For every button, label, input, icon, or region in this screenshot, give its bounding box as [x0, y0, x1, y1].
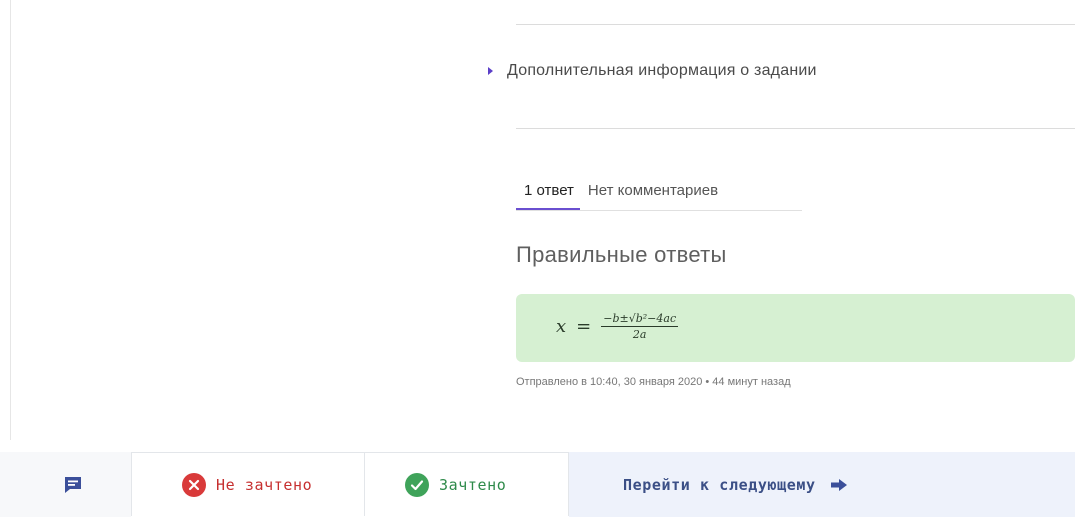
task-info-label: Дополнительная информация о задании — [507, 62, 817, 79]
next-label: Перейти к следующему — [623, 475, 816, 494]
x-circle-icon — [182, 472, 206, 497]
check-circle-icon — [405, 472, 429, 497]
formula-denominator: 2a — [632, 328, 647, 341]
answer-box: x = −b±√b²−4ac 2a — [516, 294, 1075, 362]
mid-divider — [516, 128, 1075, 129]
answer-tabs: 1 ответ Нет комментариев — [516, 176, 802, 211]
correct-answers-title: Правильные ответы — [516, 242, 727, 267]
bottom-action-bar: Не зачтено Зачтено Перейти к следующему — [0, 452, 1075, 517]
submission-timestamp: Отправлено в 10:40, 30 января 2020 • 44 … — [516, 376, 791, 388]
mark-passed-button[interactable]: Зачтено — [365, 452, 569, 516]
next-button[interactable]: Перейти к следующему — [569, 452, 1075, 517]
chat-button[interactable] — [0, 452, 131, 517]
formula-lhs: x — [556, 316, 567, 337]
triangle-right-icon — [488, 67, 493, 75]
chat-icon — [65, 476, 81, 493]
tab-answers[interactable]: 1 ответ — [516, 176, 580, 210]
mark-failed-label: Не зачтено — [216, 475, 313, 494]
mark-passed-label: Зачтено — [439, 475, 507, 494]
top-divider — [516, 24, 1075, 25]
left-border — [10, 0, 11, 440]
arrow-right-icon — [830, 478, 847, 491]
task-info-expander[interactable]: Дополнительная информация о задании — [488, 62, 817, 80]
answer-formula: x = −b±√b²−4ac 2a — [556, 312, 679, 341]
formula-fraction: −b±√b²−4ac 2a — [601, 312, 679, 341]
formula-equals: = — [576, 316, 592, 337]
mark-failed-button[interactable]: Не зачтено — [131, 452, 365, 516]
tab-comments[interactable]: Нет комментариев — [580, 176, 724, 208]
formula-numerator: −b±√b²−4ac — [601, 312, 679, 327]
